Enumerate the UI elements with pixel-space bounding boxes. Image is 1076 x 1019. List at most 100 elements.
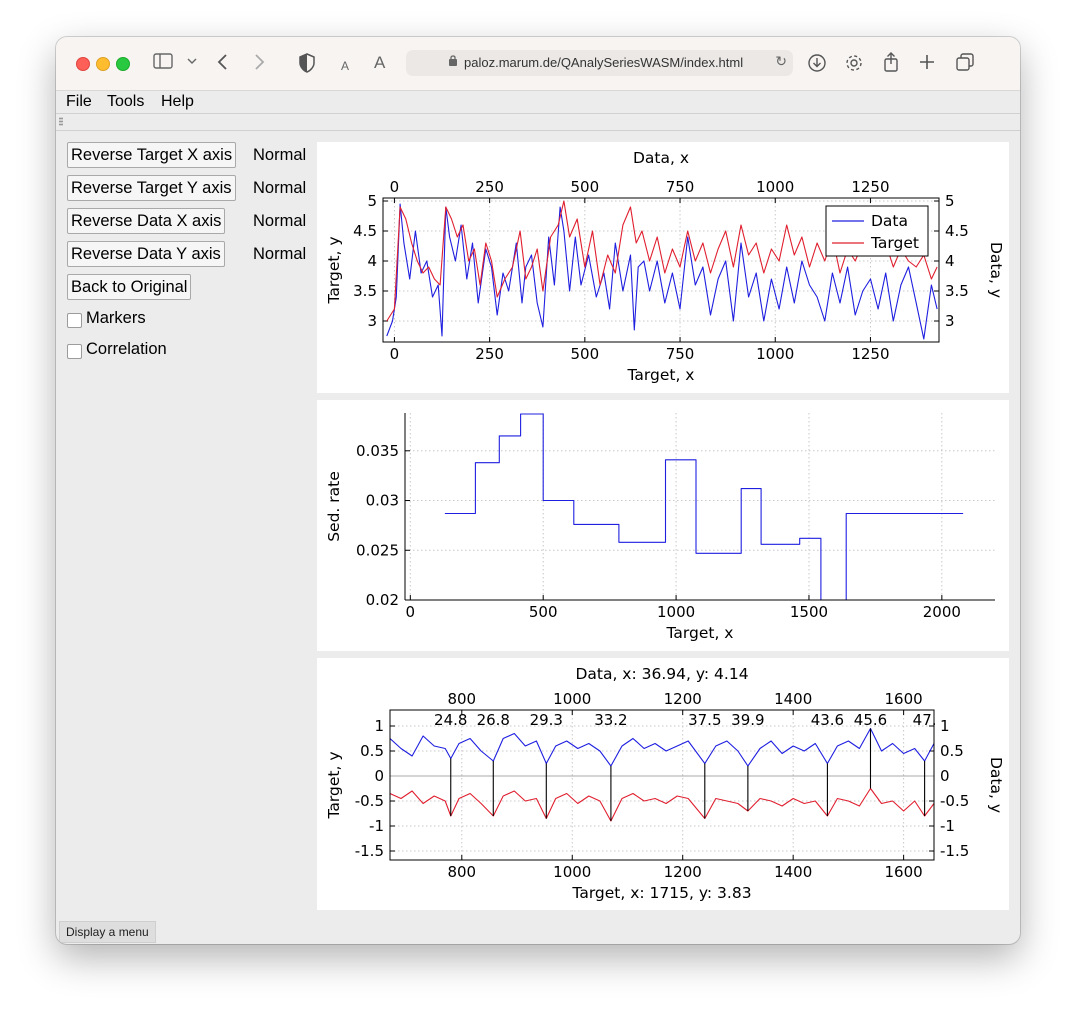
markers-checkbox[interactable] — [67, 313, 82, 328]
x2-tick-label: 250 — [475, 178, 504, 196]
tie-point-label: 24.8 — [434, 711, 467, 729]
x2-tick-label: 1400 — [774, 690, 812, 708]
lock-icon — [448, 54, 458, 70]
y-tick-label: -1 — [369, 817, 384, 835]
download-icon[interactable] — [807, 53, 827, 79]
correlation-label: Correlation — [86, 340, 167, 358]
back-to-original-button[interactable]: Back to Original — [67, 274, 192, 300]
reverse-target-y-button[interactable]: Reverse Target Y axis — [67, 175, 236, 201]
reverse-target-y-status: Normal — [253, 179, 307, 197]
sed-rate-step-line — [444, 413, 964, 600]
reload-icon[interactable]: ↻ — [775, 53, 787, 70]
forward-icon[interactable] — [252, 53, 266, 77]
share-icon[interactable] — [882, 51, 900, 79]
reverse-data-x-status: Normal — [253, 212, 307, 230]
x-tick-label: 1500 — [790, 603, 828, 621]
back-icon[interactable] — [216, 53, 230, 77]
x-tick-label: 2000 — [923, 603, 961, 621]
y-tick-label: 3 — [367, 312, 377, 330]
gear-icon[interactable] — [844, 53, 864, 79]
sed-rate-chart[interactable]: 0 500 1000 1500 2000 0.02 0.025 0.03 0.035 Target… — [317, 400, 1009, 651]
correlation-chart[interactable]: 0 250 500 750 1000 125033.544.550 250 500 750 100… — [317, 142, 1009, 393]
x-tick-label: 0 — [390, 345, 400, 363]
y2-tick-label: -1.5 — [940, 842, 969, 860]
x-tick-label: 1000 — [657, 603, 695, 621]
tie-point-chart[interactable]: 800 1000 1200 1400 1600-1.5-1-0.500.51800 100… — [317, 658, 1009, 910]
markers-label: Markers — [86, 309, 146, 327]
reverse-data-y-button[interactable]: Reverse Data Y axis — [67, 241, 225, 267]
x-tick-label: 250 — [475, 345, 504, 363]
address-url: paloz.marum.de/QAnalySeriesWASM/index.ht… — [464, 55, 744, 70]
legend-label-target: Target — [870, 234, 919, 252]
y-tick-label: 5 — [367, 192, 377, 210]
correlation-checkbox[interactable] — [67, 344, 82, 359]
plot-frame — [389, 709, 935, 861]
x-axis-label: Target, x — [666, 624, 734, 642]
y2-axis-label: Data, y — [987, 757, 1005, 813]
shield-icon[interactable] — [298, 53, 316, 79]
menu-tools[interactable]: Tools — [107, 93, 144, 111]
chevron-down-icon[interactable] — [186, 53, 198, 75]
plus-icon[interactable] — [918, 52, 936, 78]
sed-rate-plot-panel[interactable]: 0 500 1000 1500 2000 0.02 0.025 0.03 0.035 Target… — [317, 400, 1009, 651]
y2-tick-label: -1 — [940, 817, 955, 835]
close-window-button[interactable] — [76, 57, 90, 71]
x-tick-label: 500 — [529, 603, 558, 621]
x2-tick-label: 1200 — [664, 690, 702, 708]
y-tick-label: -1.5 — [355, 842, 384, 860]
x-axis-label: Target, x: 1715, y: 3.83 — [571, 884, 751, 902]
chart-title: Data, x: 36.94, y: 4.14 — [575, 665, 748, 683]
y2-tick-label: 0.5 — [940, 742, 964, 760]
x-tick-label: 800 — [447, 863, 476, 881]
minimize-window-button[interactable] — [96, 57, 110, 71]
tie-point-label: 47. — [913, 711, 937, 729]
reverse-data-x-button[interactable]: Reverse Data X axis — [67, 208, 226, 234]
y-axis-label: Sed. rate — [325, 471, 343, 542]
x2-tick-label: 0 — [390, 178, 400, 196]
y2-tick-label: 4.5 — [945, 222, 969, 240]
x-axis-label: Target, x — [627, 366, 695, 384]
x-tick-label: 750 — [666, 345, 695, 363]
toolbar-strip — [56, 113, 1020, 131]
y-tick-label: 0.03 — [366, 492, 399, 510]
menu-help[interactable]: Help — [161, 93, 194, 111]
browser-window: A A paloz.marum.de/QAnalySeriesWASM/inde… — [56, 37, 1020, 944]
tie-point-label: 43.6 — [811, 711, 844, 729]
reverse-target-x-button[interactable]: Reverse Target X axis — [67, 142, 237, 168]
tie-point-label: 39.9 — [731, 711, 764, 729]
y-axis-label: Target, y — [325, 237, 343, 305]
x2-tick-label: 1000 — [756, 178, 794, 196]
x-tick-label: 1200 — [664, 863, 702, 881]
y-tick-label: -0.5 — [355, 792, 384, 810]
tabs-icon[interactable] — [955, 52, 975, 78]
text-smaller-icon[interactable]: A — [341, 56, 349, 76]
reverse-data-y-status: Normal — [253, 245, 307, 263]
toolbar-grip-icon[interactable] — [59, 117, 63, 126]
y2-axis-label: Data, y — [987, 242, 1005, 298]
y2-tick-label: 5 — [945, 192, 955, 210]
address-bar[interactable]: paloz.marum.de/QAnalySeriesWASM/index.ht… — [406, 50, 793, 76]
y2-tick-label: 3 — [945, 312, 955, 330]
tie-point-label: 45.6 — [854, 711, 887, 729]
x-tick-label: 1000 — [553, 863, 591, 881]
sidebar-icon[interactable] — [153, 53, 173, 75]
x-tick-label: 1000 — [756, 345, 794, 363]
menu-file[interactable]: File — [66, 93, 92, 111]
x-tick-label: 500 — [571, 345, 600, 363]
x2-tick-label: 500 — [571, 178, 600, 196]
legend-label-data: Data — [871, 212, 908, 230]
text-larger-icon[interactable]: A — [374, 53, 385, 73]
status-bar: Display a menu — [59, 921, 156, 943]
tie-point-label: 26.8 — [477, 711, 510, 729]
y-tick-label: 0.025 — [356, 541, 399, 559]
correlation-plot-panel[interactable]: 0 250 500 750 1000 1250 3 3.5 4 4.5 5 0 250 500 750 100… — [317, 142, 1009, 393]
browser-titlebar: A A paloz.marum.de/QAnalySeriesWASM/inde… — [56, 37, 1020, 91]
reverse-target-x-status: Normal — [253, 146, 307, 164]
tie-point-plot-panel[interactable]: 800 1000 1200 1400 1600 -1.5 -1 -0.5 0 0.5 1 800 100… — [317, 658, 1009, 910]
chart-title: Data, x — [633, 149, 689, 167]
y-tick-label: 0 — [374, 767, 384, 785]
zoom-window-button[interactable] — [116, 57, 130, 71]
y-axis-label: Target, y — [325, 752, 343, 820]
y2-tick-label: -0.5 — [940, 792, 969, 810]
y2-tick-label: 1 — [940, 717, 950, 735]
